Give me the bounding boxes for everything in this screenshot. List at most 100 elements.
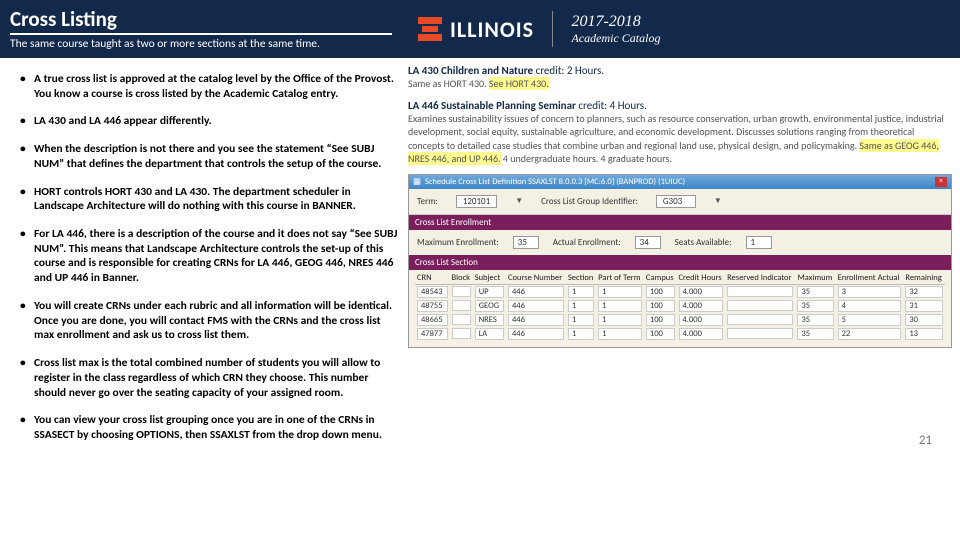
col-subject: Subject	[473, 272, 506, 285]
cell-part: 1	[598, 286, 642, 298]
group-field[interactable]: G303	[656, 195, 696, 208]
bullet-text: HORT controls HORT 430 and LA 430. The d…	[34, 185, 398, 214]
cell-campus: 100	[646, 300, 675, 312]
max-enroll-label: Maximum Enrollment:	[417, 237, 499, 248]
window-titlebar: ▦ Schedule Cross List Definition SSAXLST…	[409, 175, 951, 189]
list-item: •HORT controls HORT 430 and LA 430. The …	[20, 185, 398, 214]
cell-max: 35	[797, 328, 833, 340]
crosslist-table: CRN Block Subject Course Number Section …	[409, 270, 951, 347]
bullet-text: LA 430 and LA 446 appear differently.	[34, 114, 212, 129]
cell-remain: 13	[905, 328, 943, 340]
cell-credit: 4.000	[679, 300, 724, 312]
academic-year-range: 2017-2018	[571, 13, 660, 31]
max-enroll-field[interactable]: 35	[513, 236, 539, 249]
enrollment-row: Maximum Enrollment: 35 Actual Enrollment:…	[409, 230, 951, 255]
col-remain: Remaining	[903, 272, 945, 285]
cell-course: 446	[508, 314, 564, 326]
col-credit: Credit Hours	[677, 272, 726, 285]
block-i-icon	[420, 15, 440, 43]
table-header-row: CRN Block Subject Course Number Section …	[415, 272, 945, 285]
banner-ssaxlst-window: ▦ Schedule Cross List Definition SSAXLST…	[408, 174, 952, 348]
cell-campus: 100	[646, 314, 675, 326]
col-section: Section	[566, 272, 596, 285]
course-credit: credit: 2 Hours.	[536, 64, 604, 77]
term-label: Term:	[417, 196, 438, 207]
actual-enroll-label: Actual Enrollment:	[553, 237, 621, 248]
col-part: Part of Term	[596, 272, 644, 285]
cell-reserved	[727, 286, 793, 297]
cell-reserved	[727, 300, 793, 311]
cell-course: 446	[508, 300, 564, 312]
page-title: Cross Listing	[10, 6, 392, 35]
slide-header: Cross Listing The same course taught as …	[0, 0, 960, 58]
course-credit: credit: 4 Hours.	[578, 99, 646, 112]
window-title: Schedule Cross List Definition SSAXLST 8…	[425, 177, 685, 187]
cell-section: 1	[568, 328, 594, 340]
col-course: Course Number	[506, 272, 566, 285]
col-campus: Campus	[644, 272, 677, 285]
section-enrollment: Cross List Enrollment	[409, 215, 951, 230]
cell-section: 1	[568, 286, 594, 298]
seats-label: Seats Available:	[675, 237, 732, 248]
cell-subject: LA	[475, 328, 504, 340]
group-label: Cross List Group Identifier:	[541, 196, 638, 207]
cell-section: 1	[568, 300, 594, 312]
cell-reserved	[727, 328, 793, 339]
cell-subject: NRES	[475, 314, 504, 326]
cell-remain: 31	[905, 300, 943, 312]
illinois-wordmark: ILLINOIS	[450, 16, 534, 43]
dropdown-icon[interactable]: ▼	[515, 196, 523, 206]
table-row[interactable]: 47877LA446111004.000352213	[415, 327, 945, 341]
dropdown-icon[interactable]: ▼	[714, 196, 722, 206]
bullet-text: You will create CRNs under each rubric a…	[34, 299, 398, 343]
table-row[interactable]: 48665NRES446111004.00035530	[415, 313, 945, 327]
section-crosslist: Cross List Section	[409, 255, 951, 270]
cell-block	[452, 328, 471, 339]
col-block: Block	[450, 272, 473, 285]
header-left: Cross Listing The same course taught as …	[0, 0, 402, 58]
cell-max: 35	[797, 300, 833, 312]
bullet-text: Cross list max is the total combined num…	[34, 356, 398, 400]
cell-actual: 5	[838, 314, 902, 326]
list-item: •For LA 446, there is a description of t…	[20, 227, 398, 286]
bullet-text: You can view your cross list grouping on…	[34, 413, 398, 442]
page-number: 21	[919, 433, 932, 448]
term-field[interactable]: 120101	[456, 195, 497, 208]
grid-icon: ▦	[413, 177, 421, 187]
close-icon[interactable]: ×	[935, 177, 947, 187]
cell-max: 35	[797, 314, 833, 326]
cell-credit: 4.000	[679, 286, 724, 298]
cell-block	[452, 300, 471, 311]
cell-crn: 48543	[417, 286, 448, 298]
bullet-text: A true cross list is approved at the cat…	[34, 72, 398, 101]
table-row[interactable]: 48543UP446111004.00035332	[415, 284, 945, 299]
cell-remain: 30	[905, 314, 943, 326]
list-item: •LA 430 and LA 446 appear differently.	[20, 114, 398, 129]
table-row[interactable]: 48755GEOG446111004.00035431	[415, 299, 945, 313]
cell-credit: 4.000	[679, 314, 724, 326]
cell-crn: 47877	[417, 328, 448, 340]
course-head: LA 430 Children and Nature	[408, 64, 536, 77]
course-head: LA 446 Sustainable Planning Seminar	[408, 99, 578, 112]
cell-campus: 100	[646, 328, 675, 340]
seats-field: 1	[746, 236, 772, 249]
cell-section: 1	[568, 314, 594, 326]
right-panel: LA 430 Children and Nature credit: 2 Hou…	[402, 58, 960, 456]
cell-crn: 48755	[417, 300, 448, 312]
page-subtitle: The same course taught as two or more se…	[10, 37, 392, 51]
divider	[552, 11, 554, 47]
cell-part: 1	[598, 300, 642, 312]
cell-block	[452, 286, 471, 297]
col-actual: Enrollment Actual	[836, 272, 904, 285]
see-link: See HORT 430.	[489, 77, 549, 90]
cell-actual: 22	[838, 328, 902, 340]
list-item: •A true cross list is approved at the ca…	[20, 72, 398, 101]
list-item: •Cross list max is the total combined nu…	[20, 356, 398, 400]
list-item: •You will create CRNs under each rubric …	[20, 299, 398, 343]
col-max: Maximum	[795, 272, 835, 285]
cell-crn: 48665	[417, 314, 448, 326]
academic-year-label: Academic Catalog	[571, 31, 660, 46]
catalog-la430: LA 430 Children and Nature credit: 2 Hou…	[408, 64, 952, 91]
list-item: •When the description is not there and y…	[20, 142, 398, 171]
cell-max: 35	[797, 286, 833, 298]
